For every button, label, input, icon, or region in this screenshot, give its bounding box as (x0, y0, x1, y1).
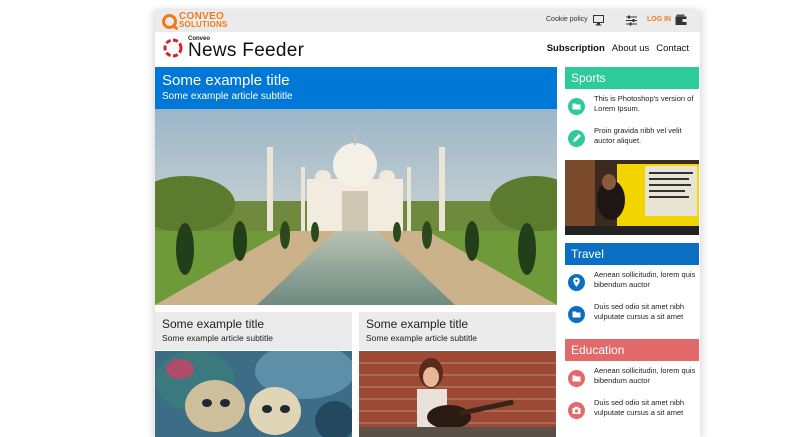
wallet-icon[interactable] (675, 14, 687, 26)
sports-image[interactable] (565, 160, 699, 235)
travel-item-2-text: Duis sed odio sit amet nibh vulputate cu… (594, 302, 685, 321)
education-image[interactable] (565, 432, 699, 437)
education-item-1[interactable]: Aenean sollicitudin, lorem quis bibendum… (565, 364, 699, 394)
education-item-2[interactable]: Duis sed odio sit amet nibh vulputate cu… (565, 396, 699, 426)
sports-item-1[interactable]: This is Photoshop's version of Lorem Ips… (565, 92, 699, 122)
article-card-2[interactable]: Some example title Some example article … (359, 312, 556, 350)
hero-headline[interactable]: Some example title Some example article … (155, 67, 557, 109)
card-subtitle: Some example article subtitle (162, 333, 274, 343)
sports-item-1-text: This is Photoshop's version of Lorem Ips… (594, 94, 694, 113)
pencil-icon (568, 130, 585, 147)
card-title: Some example title (162, 317, 265, 331)
sports-item-2[interactable]: Proin gravida nibh vel velit auctor aliq… (565, 124, 699, 154)
brand-logo[interactable]: CONVEO SOLUTIONS (162, 11, 227, 31)
camera-icon (568, 402, 585, 419)
site-title[interactable]: News Feeder (188, 40, 304, 62)
hero-image[interactable] (155, 109, 557, 305)
brand-tagline: SOLUTIONS (179, 20, 228, 29)
travel-item-2[interactable]: Duis sed odio sit amet nibh vulputate cu… (565, 300, 699, 330)
folder-icon (568, 98, 585, 115)
hero-subtitle: Some example article subtitle (162, 91, 293, 102)
top-bar: CONVEO SOLUTIONS Cookie policy LOG IN (155, 10, 700, 32)
education-item-1-text: Aenean sollicitudin, lorem quis bibendum… (594, 366, 696, 385)
cookie-policy-link[interactable]: Cookie policy (546, 16, 588, 23)
hero-title: Some example title (162, 72, 290, 89)
article-card-1[interactable]: Some example title Some example article … (155, 312, 352, 350)
section-header-sports[interactable]: Sports (565, 67, 699, 89)
card-2-image[interactable] (359, 351, 556, 437)
location-pin-icon (568, 274, 585, 291)
nav-contact[interactable]: Contact (656, 43, 689, 54)
travel-item-1[interactable]: Aenean sollicitudin, lorem quis bibendum… (565, 268, 699, 298)
page: CONVEO SOLUTIONS Cookie policy LOG IN Co… (155, 10, 700, 437)
sports-item-2-text: Proin gravida nibh vel velit auctor aliq… (594, 126, 682, 145)
nav-subscription[interactable]: Subscription (547, 43, 605, 54)
folder-icon (568, 306, 585, 323)
login-link[interactable]: LOG IN (647, 16, 671, 23)
settings-sliders-icon[interactable] (626, 15, 637, 26)
nav-about-us[interactable]: About us (612, 43, 650, 54)
section-header-education[interactable]: Education (565, 339, 699, 361)
site-header: Conveo News Feeder Subscription About us… (155, 32, 700, 66)
main-nav: Subscription About us Contact (547, 43, 689, 54)
card-title: Some example title (366, 317, 469, 331)
monitor-icon[interactable] (593, 15, 604, 26)
education-item-2-text: Duis sed odio sit amet nibh vulputate cu… (594, 398, 685, 417)
card-subtitle: Some example article subtitle (366, 333, 478, 343)
brand-logo-icon (162, 13, 177, 29)
travel-item-1-text: Aenean sollicitudin, lorem quis bibendum… (594, 270, 696, 289)
news-feeder-logo-icon[interactable] (162, 37, 184, 59)
card-1-image[interactable] (155, 351, 352, 437)
section-header-travel[interactable]: Travel (565, 243, 699, 265)
folder-icon (568, 370, 585, 387)
